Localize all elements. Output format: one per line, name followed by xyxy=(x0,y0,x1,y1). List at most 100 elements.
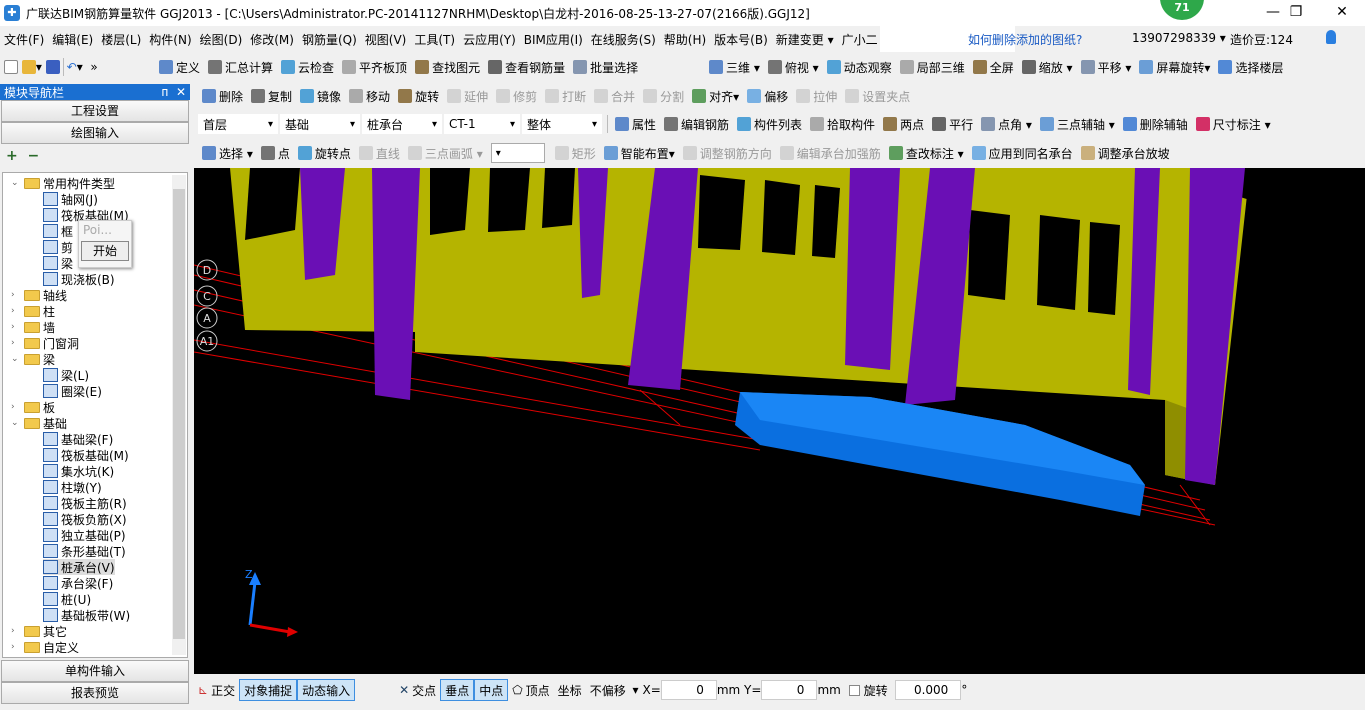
menu-item-14[interactable]: 新建变更 ▾ xyxy=(772,31,838,48)
selector-0[interactable]: 首层 xyxy=(198,114,278,134)
perpendicular-snap[interactable]: 垂点 xyxy=(440,679,475,701)
expand-arrow-icon[interactable]: › xyxy=(11,338,21,348)
menu-item-4[interactable]: 绘图(D) xyxy=(196,31,247,48)
open-file-icon[interactable] xyxy=(21,60,36,74)
tree-node[interactable]: 独立基础(P) xyxy=(43,527,126,543)
tb1r-button-0[interactable]: 三维 ▾ xyxy=(705,59,764,76)
tree-node[interactable]: 基础梁(F) xyxy=(43,431,113,447)
account-phone[interactable]: 13907298339 ▾ xyxy=(1132,31,1226,45)
x-input[interactable]: 0 xyxy=(660,680,717,700)
expand-arrow-icon[interactable]: ⌄ xyxy=(11,354,21,364)
tb3-button-2[interactable]: 构件列表 xyxy=(733,116,806,133)
arc-style-select[interactable] xyxy=(490,143,545,163)
tree-node[interactable]: 现浇板(B) xyxy=(43,271,115,287)
tb2-button-13[interactable]: 设置夹点 xyxy=(841,88,914,105)
tree-node[interactable]: 剪 xyxy=(43,239,73,255)
vertex-snap[interactable]: ⬠ 顶点 xyxy=(508,679,553,701)
ortho-toggle[interactable]: ⊾ 正交 xyxy=(194,679,239,701)
selector-2[interactable]: 桩承台 xyxy=(362,114,442,134)
selector-1[interactable]: 基础 xyxy=(280,114,360,134)
tb3-button-8[interactable]: 删除辅轴 xyxy=(1119,116,1192,133)
report-preview-button[interactable]: 报表预览 xyxy=(1,682,189,704)
tb1r-button-8[interactable]: 选择楼层 xyxy=(1214,59,1287,76)
dynamic-input-toggle[interactable]: 动态输入 xyxy=(297,679,356,701)
save-icon[interactable] xyxy=(45,60,60,74)
menu-item-2[interactable]: 楼层(L) xyxy=(97,31,145,48)
hint-link[interactable]: 如何删除添加的图纸? xyxy=(968,31,1082,48)
tree-node[interactable]: 柱墩(Y) xyxy=(43,479,102,495)
single-component-input-button[interactable]: 单构件输入 xyxy=(1,660,189,682)
tree-node[interactable]: 梁(L) xyxy=(43,367,89,383)
collapse-all-icon[interactable]: − xyxy=(27,148,39,164)
tb4-button-7[interactable]: 智能布置▾ xyxy=(600,145,679,162)
tb2-button-8[interactable]: 合并 xyxy=(590,88,639,105)
tree-node[interactable]: › 轴线 xyxy=(11,287,67,303)
tb3-button-1[interactable]: 编辑钢筋 xyxy=(660,116,733,133)
tree-node[interactable]: 条形基础(T) xyxy=(43,543,126,559)
tree-node[interactable]: 轴网(J) xyxy=(43,191,98,207)
new-file-icon[interactable] xyxy=(4,60,18,74)
tb4-button-10[interactable]: 查改标注 ▾ xyxy=(885,145,968,162)
expand-arrow-icon[interactable]: › xyxy=(11,322,21,332)
tree-node[interactable]: 框 xyxy=(43,223,73,239)
midpoint-snap[interactable]: 中点 xyxy=(474,679,509,701)
start-button[interactable]: 开始 xyxy=(81,241,129,261)
tb1-button-5[interactable]: 查看钢筋量 xyxy=(484,59,569,76)
tree-node[interactable]: 圈梁(E) xyxy=(43,383,102,399)
navigator-close-icon[interactable]: ✕ xyxy=(176,85,186,99)
tree-node[interactable]: 集水坑(K) xyxy=(43,463,114,479)
tb4-button-2[interactable]: 旋转点 xyxy=(294,145,355,162)
tb3-button-0[interactable]: 属性 xyxy=(611,116,660,133)
menu-item-10[interactable]: BIM应用(I) xyxy=(520,31,587,48)
menu-item-8[interactable]: 工具(T) xyxy=(410,31,459,48)
tree-node[interactable]: 筏板主筋(R) xyxy=(43,495,127,511)
tb2-button-2[interactable]: 镜像 xyxy=(296,88,345,105)
intersection-snap[interactable]: ✕ 交点 xyxy=(395,679,440,701)
tree-scrollbar[interactable] xyxy=(172,175,186,655)
expand-arrow-icon[interactable]: ⌄ xyxy=(11,418,21,428)
drawing-input-button[interactable]: 绘图输入 xyxy=(1,122,189,144)
tb2-button-11[interactable]: 偏移 xyxy=(743,88,792,105)
object-snap-toggle[interactable]: 对象捕捉 xyxy=(239,679,298,701)
menu-item-11[interactable]: 在线服务(S) xyxy=(587,31,660,48)
tree-node[interactable]: 梁 xyxy=(43,255,73,271)
tree-node[interactable]: › 门窗洞 xyxy=(11,335,79,351)
tree-node[interactable]: ⌄ 基础 xyxy=(11,415,67,431)
menu-item-7[interactable]: 视图(V) xyxy=(361,31,411,48)
tree-node[interactable]: ⌄ 常用构件类型 xyxy=(11,175,115,191)
menu-item-12[interactable]: 帮助(H) xyxy=(660,31,710,48)
expand-arrow-icon[interactable]: › xyxy=(11,642,21,652)
rotate-checkbox[interactable] xyxy=(848,684,860,696)
y-input[interactable]: 0 xyxy=(761,680,818,700)
tb1-button-6[interactable]: 批量选择 xyxy=(569,59,642,76)
expand-arrow-icon[interactable]: › xyxy=(11,626,21,636)
tb2-button-12[interactable]: 拉伸 xyxy=(792,88,841,105)
undo-icon[interactable]: ↶ xyxy=(67,60,77,74)
project-settings-button[interactable]: 工程设置 xyxy=(1,100,189,122)
tb4-button-9[interactable]: 编辑承台加强筋 xyxy=(776,145,885,162)
tb3-button-9[interactable]: 尺寸标注 ▾ xyxy=(1192,116,1275,133)
tb2-button-5[interactable]: 延伸 xyxy=(443,88,492,105)
tb4-button-12[interactable]: 调整承台放坡 xyxy=(1077,145,1174,162)
menu-item-15[interactable]: 广小二 xyxy=(838,31,882,48)
tree-node[interactable]: › 自定义 xyxy=(11,639,79,655)
tb2-button-10[interactable]: 对齐▾ xyxy=(688,88,743,105)
tb1r-button-7[interactable]: 屏幕旋转▾ xyxy=(1135,59,1214,76)
tree-node[interactable]: › 板 xyxy=(11,399,55,415)
tree-node[interactable]: › 其它 xyxy=(11,623,67,639)
tree-node[interactable]: 筏板基础(M) xyxy=(43,447,129,463)
tree-node[interactable]: 筏板负筋(X) xyxy=(43,511,127,527)
menu-item-3[interactable]: 构件(N) xyxy=(145,31,195,48)
tb4-button-11[interactable]: 应用到同名承台 xyxy=(968,145,1077,162)
tb2-button-0[interactable]: 删除 xyxy=(198,88,247,105)
tree-node[interactable]: 桩承台(V) xyxy=(43,559,115,575)
tree-node[interactable]: 桩(U) xyxy=(43,591,91,607)
menu-item-9[interactable]: 云应用(Y) xyxy=(459,31,520,48)
menu-item-1[interactable]: 编辑(E) xyxy=(48,31,97,48)
close-button[interactable]: ✕ xyxy=(1319,0,1365,26)
tree-node[interactable]: 基础板带(W) xyxy=(43,607,130,623)
selector-3[interactable]: CT-1 xyxy=(444,114,520,134)
tb2-button-3[interactable]: 移动 xyxy=(345,88,394,105)
pin-icon[interactable]: ᴨ xyxy=(162,85,169,99)
rotate-input[interactable]: 0.000 xyxy=(895,680,962,700)
